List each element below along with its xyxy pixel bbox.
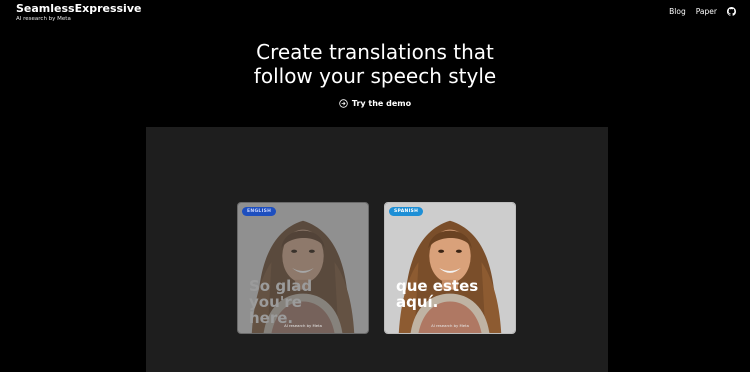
brand-title[interactable]: SeamlessExpressive (16, 2, 141, 15)
demo-video-stage: ENGLISH So glad you're here. AI research… (146, 127, 608, 372)
english-caption: So glad you're here. (249, 277, 368, 326)
headline-line-1: Create translations that (256, 40, 494, 64)
github-icon[interactable] (727, 7, 736, 16)
english-video-card[interactable]: ENGLISH So glad you're here. AI research… (237, 202, 369, 334)
nav-item-paper[interactable]: Paper (696, 7, 717, 16)
caption-line-2: aquí. (396, 293, 439, 311)
brand[interactable]: SeamlessExpressive AI research by Meta (16, 2, 141, 23)
top-nav: Blog Paper (669, 7, 736, 16)
language-badge-english: ENGLISH (242, 207, 277, 216)
speaker-photo (385, 203, 515, 333)
spanish-caption: que estes aquí. (396, 278, 515, 311)
language-badge-spanish: SPANISH (389, 207, 424, 216)
nav-item-blog[interactable]: Blog (669, 7, 686, 16)
hero-headline: Create translations that follow your spe… (0, 40, 750, 88)
card-watermark: AI research by Meta (431, 323, 469, 328)
card-watermark: AI research by Meta (284, 323, 322, 328)
arrow-circle-right-icon (339, 99, 348, 108)
spanish-video-card[interactable]: SPANISH que estes aquí. AI research by M… (384, 202, 516, 334)
try-demo-link[interactable]: Try the demo (0, 99, 750, 108)
caption-line-1: So glad you're (249, 277, 313, 311)
brand-subtitle: AI research by Meta (16, 16, 71, 22)
try-demo-label: Try the demo (351, 99, 412, 108)
headline-line-2: follow your speech style (253, 64, 497, 88)
